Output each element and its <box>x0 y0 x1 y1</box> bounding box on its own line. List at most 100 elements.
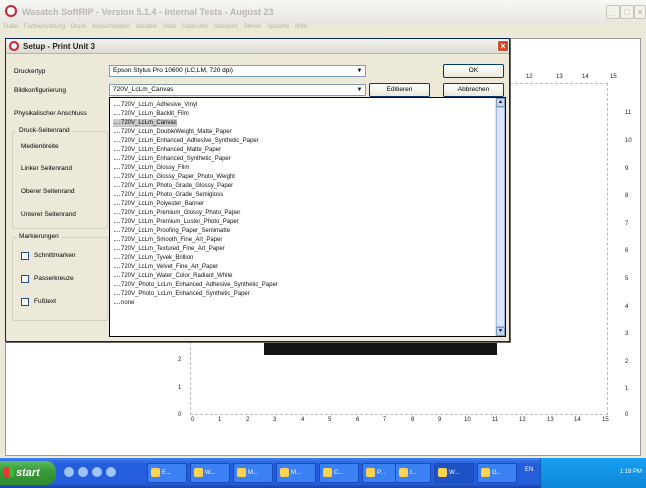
app-titlebar[interactable]: Wasatch SoftRIP - Version 5.1.4 - Intern… <box>0 0 646 24</box>
dropdown-option[interactable]: 720V_Photo_LcLm_Enhanced_Synthetic_Paper <box>113 290 250 298</box>
dropdown-option[interactable]: 720V_LcLm_Textured_Fine_Art_Paper <box>113 245 225 253</box>
menu-farbverwaltung[interactable]: Farbverwaltung <box>24 24 65 30</box>
dropdown-option[interactable]: 720V_LcLm_DoubleWeight_Matte_Paper <box>113 128 232 136</box>
quicklaunch-icon[interactable] <box>64 467 74 477</box>
crop-marks-label: Schnittmarken <box>34 252 76 259</box>
dropdown-option[interactable]: 720V_LcLm_Adhesive_Vinyl <box>113 101 197 109</box>
registration-marks-checkbox[interactable] <box>21 275 29 283</box>
druckertyp-label: Druckertyp <box>14 68 46 75</box>
marks-group: Markierungen Schnittmarken Passerkreuze … <box>12 233 108 321</box>
dropdown-option[interactable]: 720V_LcLm_Velvet_Fine_Art_Paper <box>113 263 218 271</box>
clock[interactable]: 1:19 PM <box>620 469 642 475</box>
language-indicator[interactable]: EN <box>525 467 533 473</box>
menu-sprache[interactable]: Sprache <box>267 24 289 30</box>
taskbar-button[interactable]: M... <box>276 463 316 483</box>
menu-datei[interactable]: Datei <box>4 24 18 30</box>
menu-druck[interactable]: Druck <box>71 24 87 30</box>
dropdown-option[interactable]: 720V_LcLm_Enhanced_Matte_Paper <box>113 146 221 154</box>
taskbar-button-label: I... <box>410 470 417 476</box>
dropdown-option[interactable]: none <box>113 299 134 307</box>
image-config-value: 720V_LcLm_Canvas <box>113 86 174 93</box>
app-icon <box>280 468 289 477</box>
dropdown-option[interactable]: 720V_LcLm_Smooth_Fine_Art_Paper <box>113 236 222 244</box>
scroll-thumb[interactable] <box>496 107 505 327</box>
ruler-tick-label: 5 <box>328 417 332 423</box>
taskbar-button-label: G... <box>492 470 502 476</box>
start-button[interactable]: start <box>0 461 56 485</box>
scroll-up-icon[interactable]: ▲ <box>496 98 505 107</box>
dialog-close-icon[interactable]: × <box>497 40 509 52</box>
app-title: Wasatch SoftRIP - Version 5.1.4 - Intern… <box>22 7 274 17</box>
app-icon <box>366 468 375 477</box>
taskbar-button[interactable]: W... <box>190 463 230 483</box>
ruler-vertical-right: 11 10 9 8 7 6 5 4 3 2 1 0 <box>620 80 634 420</box>
cancel-button[interactable]: Abbrechen <box>443 83 504 97</box>
ruler-tick-label: 0 <box>625 412 629 418</box>
taskbar-button[interactable]: G... <box>477 463 517 483</box>
taskbar-button-label: P... <box>377 470 386 476</box>
ruler-horizontal: 0 1 2 3 4 5 6 7 8 9 10 11 12 13 14 15 <box>188 415 618 427</box>
ruler-tick-label: 7 <box>625 221 629 227</box>
menu-seite[interactable]: Seite <box>163 24 177 30</box>
menu-server[interactable]: Server <box>244 24 262 30</box>
footer-text-checkbox[interactable] <box>21 298 29 306</box>
minimize-icon[interactable]: _ <box>606 5 620 19</box>
menu-datei-info[interactable]: Datei-Info <box>182 24 208 30</box>
image-config-select[interactable]: 720V_LcLm_Canvas ▼ <box>109 84 366 96</box>
dropdown-scrollbar[interactable]: ▲ ▼ <box>495 98 505 336</box>
dropdown-option[interactable]: 720V_LcLm_Premium_Luster_Photo_Paper <box>113 218 239 226</box>
maximize-icon[interactable]: □ <box>620 5 634 19</box>
dropdown-option[interactable]: 720V_LcLm_Premium_Glossy_Photo_Paper <box>113 209 240 217</box>
ruler-tick-label: 1 <box>218 417 222 423</box>
taskbar-button-label: M... <box>291 470 301 476</box>
image-config-dropdown-list[interactable]: 720V_LcLm_Adhesive_Vinyl 720V_LcLm_Backli… <box>109 97 506 337</box>
printer-type-select[interactable]: Epson Stylus Pro 10600 (LC,LM, 720 dpi) … <box>109 65 366 77</box>
chevron-down-icon[interactable]: ▼ <box>354 85 365 95</box>
taskbar-button[interactable]: I... <box>395 463 431 483</box>
ruler-tick-label: 15 <box>602 417 609 423</box>
menu-ausschneiden[interactable]: Ausschneiden <box>92 24 130 30</box>
taskbar-button[interactable]: M... <box>233 463 273 483</box>
taskbar-button[interactable]: E... <box>147 463 187 483</box>
browser-icon[interactable] <box>78 467 88 477</box>
ruler-tick-label: 3 <box>273 417 277 423</box>
ok-button[interactable]: OK <box>443 64 504 78</box>
scroll-down-icon[interactable]: ▼ <box>496 327 505 336</box>
dropdown-option[interactable]: 720V_LcLm_Glossy_Paper_Photo_Weight <box>113 173 235 181</box>
menu-hilfe[interactable]: Hilfe <box>295 24 307 30</box>
crop-marks-checkbox[interactable] <box>21 252 29 260</box>
ruler-tick-label: 13 <box>547 417 554 423</box>
menu-optionen[interactable]: Optionen <box>214 24 238 30</box>
ruler-tick-label: 10 <box>464 417 471 423</box>
dropdown-option[interactable]: 720V_LcLm_Backlit_Film <box>113 110 189 118</box>
dropdown-option[interactable]: 720V_LcLm_Enhanced_Synthetic_Paper <box>113 155 231 163</box>
dropdown-option[interactable]: 720V_LcLm_Proofing_Paper_Semimatte <box>113 227 230 235</box>
dropdown-option[interactable]: 720V_LcLm_Enhanced_Adhesive_Synthetic_Pa… <box>113 137 259 145</box>
dropdown-option[interactable]: 720V_LcLm_Water_Color_Radiant_White <box>113 272 233 280</box>
menu-variable[interactable]: Variable <box>135 24 157 30</box>
dialog-title: Setup - Print Unit 3 <box>23 42 95 51</box>
dropdown-option[interactable]: 720V_Photo_LcLm_Enhanced_Adhesive_Synthe… <box>113 281 278 289</box>
dropdown-option[interactable]: 720V_LcLm_Photo_Grade_Glossy_Paper <box>113 182 233 190</box>
dropdown-option[interactable]: 720V_LcLm_Photo_Grade_Semigloss <box>113 191 223 199</box>
media-width-label: Medienbreite <box>21 143 59 150</box>
quicklaunch-icon[interactable] <box>106 467 116 477</box>
dialog-titlebar[interactable]: Setup - Print Unit 3 × <box>6 39 509 54</box>
ruler-tick-label: 1 <box>178 385 182 391</box>
ruler-tick-label: 11 <box>492 417 499 423</box>
chevron-down-icon[interactable]: ▼ <box>354 66 365 76</box>
close-icon[interactable]: × <box>634 5 646 19</box>
dropdown-option[interactable]: 720V_LcLm_Polyester_Banner <box>113 200 204 208</box>
ruler-tick-label: 0 <box>178 412 182 418</box>
ruler-tick-label: 8 <box>411 417 415 423</box>
bildkonfiguration-label: Bildkonfigurierung <box>14 87 67 94</box>
ruler-tick-label: 0 <box>191 417 195 423</box>
taskbar-button-label: W... <box>205 470 216 476</box>
dropdown-option[interactable]: 720V_LcLm_Glossy_Film <box>113 164 189 172</box>
quicklaunch-icon[interactable] <box>92 467 102 477</box>
dropdown-option[interactable]: 720V_LcLm_Canvas <box>113 118 177 127</box>
edit-button[interactable]: Editieren <box>369 83 430 97</box>
taskbar-button-active[interactable]: W... <box>434 463 474 483</box>
taskbar-button[interactable]: C... <box>319 463 359 483</box>
dropdown-option[interactable]: 720V_LcLm_Tyvek_Brillion <box>113 254 193 262</box>
